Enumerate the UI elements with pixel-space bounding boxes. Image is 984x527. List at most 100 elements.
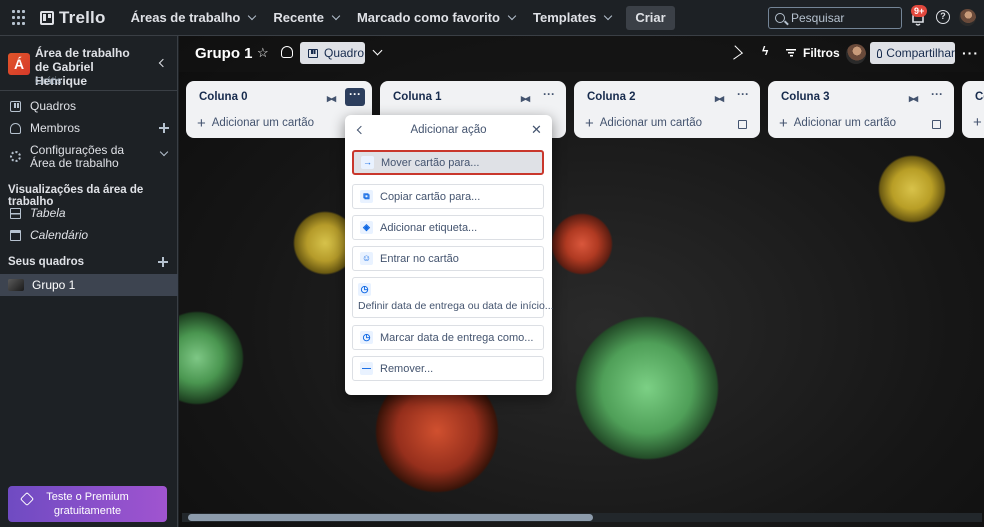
collapse-list-icon[interactable]: ▸◂ [909,92,918,105]
list-title[interactable]: Coluna 0 [199,91,248,103]
trello-logo[interactable]: Trello [40,8,106,28]
list-coluna-3: Coluna 3 ▸◂ ··· + Adicionar um cartão [768,81,954,138]
list-title[interactable]: Coluna 1 [393,91,442,103]
action-set-dates[interactable]: ◷ Definir data de entrega ou data de iní… [352,277,554,318]
sidebar-board-grupo-1[interactable]: Grupo 1 [0,274,178,296]
menu-workspaces-label: Áreas de trabalho [130,10,241,25]
chevron-down-icon[interactable] [372,45,383,56]
sidebar: Á Área de trabalho de Gabriel Henrique G… [0,36,178,527]
tag-icon: ◈ [360,221,373,234]
board-view-label: Quadro [324,46,365,60]
share-person-icon [877,48,883,58]
action-join-card[interactable]: ☺ Entrar no cartão [352,246,544,271]
add-card-label: Adicionar um cartão [599,117,703,129]
close-icon[interactable]: ✕ [531,122,542,138]
help-icon[interactable]: ? [936,10,950,24]
arrow-right-icon: → [361,156,374,169]
board-view-icon [308,48,318,58]
trello-logo-text: Trello [59,7,106,27]
plus-icon: + [973,114,982,131]
app-switcher-icon[interactable] [12,9,28,26]
menu-workspaces[interactable]: Áreas de trabalho [122,4,265,32]
plus-icon: + [585,114,594,132]
sidebar-item-label: Membros [30,121,81,135]
menu-templates[interactable]: Templates [524,4,620,32]
automation-icon[interactable]: ϟ [762,44,773,58]
clock-icon: ◷ [358,283,371,296]
chevron-down-icon [331,11,341,21]
list-title[interactable]: Coluna 2 [587,91,636,103]
add-card-label: Adicionar um cartão [211,117,315,129]
action-label: Adicionar etiqueta... [380,221,478,234]
list-title[interactable]: Co [975,91,984,103]
power-ups-icon[interactable] [726,45,743,60]
card-template-icon[interactable] [932,120,941,129]
plus-icon: + [779,114,788,132]
action-remove[interactable]: — Remover... [352,356,544,381]
horizontal-scrollbar-thumb[interactable] [188,514,593,521]
plus-icon: + [197,114,206,132]
list-actions-icon[interactable]: ··· [539,88,559,106]
action-label: Marcar data de entrega como... [380,331,534,344]
board-menu-icon[interactable]: ··· [962,45,979,61]
action-copy-card[interactable]: ⧉ Copiar cartão para... [352,184,544,209]
action-label: Remover... [380,362,434,375]
action-mark-due-date[interactable]: ◷ Marcar data de entrega como... [352,325,544,350]
sidebar-item-label: Configurações da Área de trabalho [30,143,125,170]
create-button[interactable]: Criar [626,5,675,30]
board-view-button[interactable]: Quadro [300,42,365,64]
list-partial: Co + [962,81,984,138]
board-title[interactable]: Grupo 1 [195,45,253,62]
action-add-label[interactable]: ◈ Adicionar etiqueta... [352,215,544,240]
menu-recent[interactable]: Recente [264,4,348,32]
chevron-down-icon [159,147,169,157]
sidebar-item-calendar[interactable]: Calendário [0,225,178,245]
sidebar-item-members[interactable]: Membros [0,118,178,138]
sidebar-item-boards[interactable]: Quadros [0,96,178,116]
list-title[interactable]: Coluna 3 [781,91,830,103]
visibility-icon[interactable] [281,46,293,58]
sidebar-item-table[interactable]: Tabela [0,203,178,223]
search-input[interactable]: Pesquisar [768,7,902,29]
card-template-icon[interactable] [738,120,747,129]
person-icon [10,122,21,134]
sidebar-item-settings[interactable]: Configurações da Área de trabalho [0,144,178,172]
add-card-button[interactable]: + Adicionar um cartão [779,114,896,132]
board-member-avatar[interactable] [846,44,866,64]
notification-badge: 9+ [911,5,928,17]
chevron-down-icon [507,11,517,21]
premium-trial-button[interactable]: Teste o Premium gratuitamente [8,486,167,522]
popover-title: Adicionar ação [410,124,487,136]
trello-logo-icon [40,10,54,25]
list-actions-icon[interactable]: ··· [733,88,753,106]
add-card-button[interactable]: + Adicionar um cartão [585,114,703,132]
collapse-list-icon[interactable]: ▸◂ [327,92,336,105]
add-action-popover: Adicionar ação ✕ → Mover cartão para... … [345,115,554,395]
menu-starred-label: Marcado como favorito [356,10,500,25]
share-label: Compartilhar [886,46,955,60]
add-card-button[interactable]: + [973,114,982,131]
star-icon[interactable]: ☆ [257,45,269,61]
collapse-list-icon[interactable]: ▸◂ [715,92,724,105]
collapse-sidebar-icon[interactable] [158,58,168,68]
share-button[interactable]: Compartilhar [870,42,955,64]
calendar-icon [10,229,21,241]
list-actions-icon[interactable]: ··· [345,88,365,106]
action-move-card[interactable]: → Mover cartão para... [352,150,544,175]
filter-button[interactable]: Filtros [786,46,840,60]
add-member-icon[interactable] [159,123,169,133]
board-thumbnail [8,279,24,291]
action-label: Entrar no cartão [380,252,459,265]
chevron-down-icon [248,11,257,21]
sidebar-item-label: Quadros [30,99,77,113]
add-card-button[interactable]: + Adicionar um cartão [197,114,315,132]
user-avatar[interactable] [959,9,976,26]
search-icon [775,13,785,23]
chevron-down-icon [604,11,613,21]
collapse-list-icon[interactable]: ▸◂ [521,92,530,105]
menu-starred[interactable]: Marcado como favorito [348,4,524,32]
list-actions-icon[interactable]: ··· [927,88,947,106]
sidebar-item-label: Tabela [30,206,66,220]
menu-recent-label: Recente [273,10,324,25]
add-board-icon[interactable] [158,257,168,267]
